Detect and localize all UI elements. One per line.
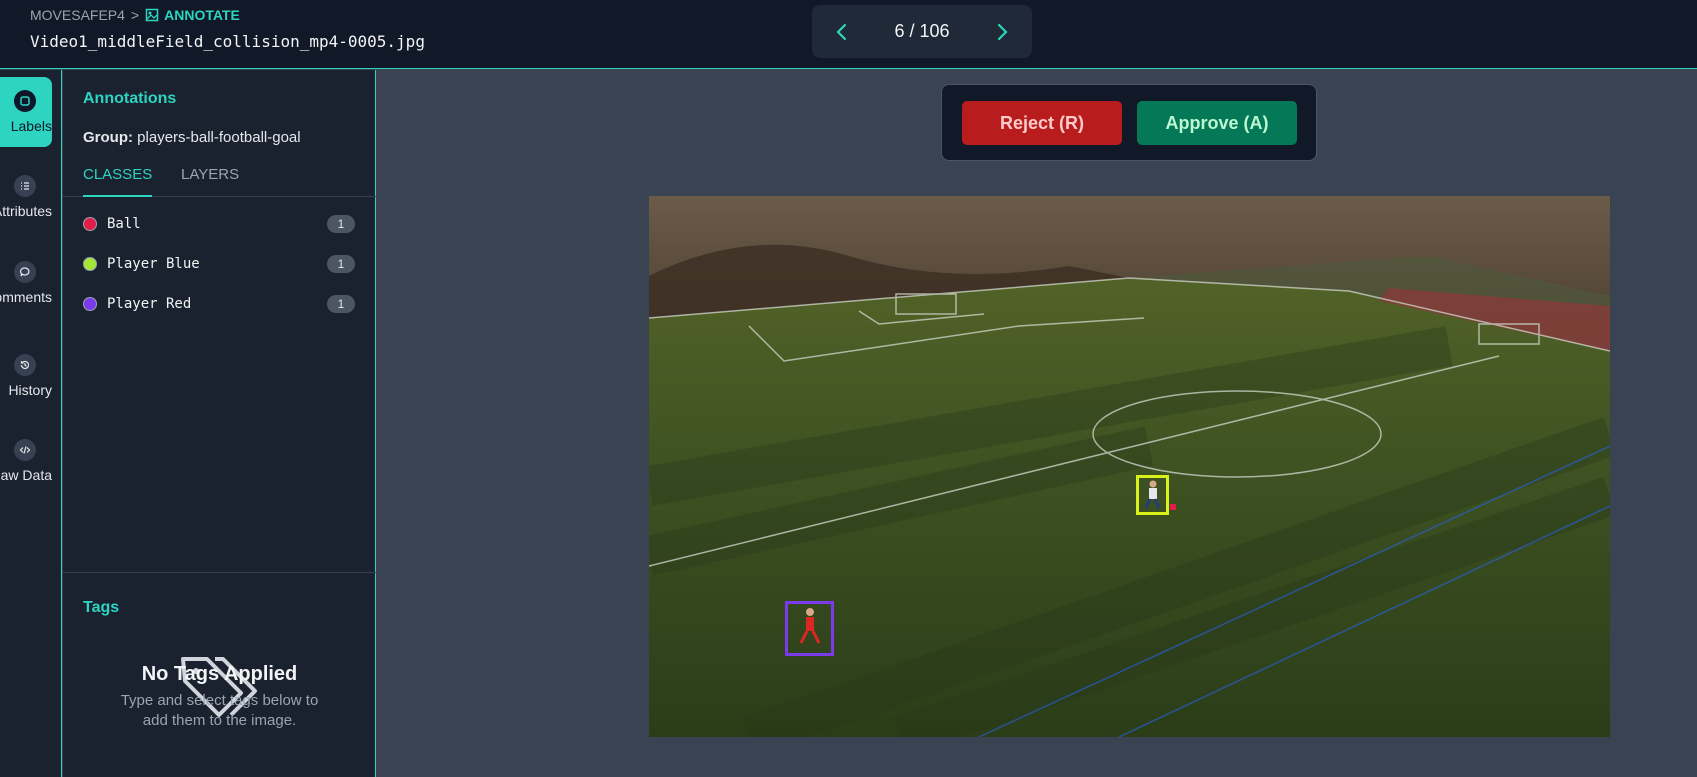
rail-label-comments: Comments bbox=[0, 289, 52, 305]
group-value: players-ball-football-goal bbox=[137, 129, 301, 146]
player-red-bounding-box[interactable] bbox=[785, 601, 834, 656]
breadcrumb: MOVESAFEP4 > ANNOTATE bbox=[30, 6, 240, 24]
chevron-right-icon bbox=[997, 23, 1008, 40]
annotation-canvas[interactable] bbox=[649, 196, 1610, 737]
rail-label-labels: Labels bbox=[10, 118, 52, 134]
class-item-ball[interactable]: Ball 1 bbox=[83, 212, 355, 236]
breadcrumb-current-label: ANNOTATE bbox=[164, 7, 240, 23]
label-icon bbox=[14, 90, 36, 112]
rail-label-history: History bbox=[8, 382, 52, 398]
comment-icon bbox=[14, 261, 36, 283]
top-bar: MOVESAFEP4 > ANNOTATE Video1_middleField… bbox=[0, 0, 1697, 69]
class-name: Player Red bbox=[107, 296, 192, 312]
rail-item-history[interactable]: History bbox=[0, 341, 52, 411]
code-icon bbox=[14, 439, 36, 461]
player-red-color-dot bbox=[83, 297, 97, 311]
next-image-button[interactable] bbox=[986, 16, 1018, 48]
class-item-player-red[interactable]: Player Red 1 bbox=[83, 292, 355, 316]
tab-classes[interactable]: CLASSES bbox=[83, 166, 153, 197]
side-rail: Labels Attributes Comments History Raw D… bbox=[0, 70, 62, 777]
tab-layers[interactable]: LAYERS bbox=[181, 166, 239, 197]
class-name: Player Blue bbox=[107, 256, 200, 272]
player-blue-color-dot bbox=[83, 257, 97, 271]
ball-color-dot bbox=[83, 217, 97, 231]
panel-tabs: CLASSES LAYERS bbox=[63, 166, 376, 197]
class-count-badge: 1 bbox=[327, 255, 355, 273]
tags-section: Tags No Tags Applied Type and select tag… bbox=[63, 572, 376, 777]
rail-label-attributes: Attributes bbox=[0, 203, 52, 219]
approve-button[interactable]: Approve (A) bbox=[1137, 101, 1297, 145]
breadcrumb-separator: > bbox=[130, 7, 140, 23]
image-filename: Video1_middleField_collision_mp4-0005.jp… bbox=[30, 32, 425, 51]
class-name: Ball bbox=[107, 216, 141, 232]
review-toolbar: Reject (R) Approve (A) bbox=[941, 84, 1317, 161]
group-info: Group: players-ball-football-goal bbox=[83, 129, 301, 146]
tags-title: Tags bbox=[83, 599, 120, 616]
list-icon bbox=[14, 175, 36, 197]
group-label: Group: bbox=[83, 129, 133, 146]
image-pager: 6 / 106 bbox=[812, 5, 1032, 58]
history-icon bbox=[14, 354, 36, 376]
breadcrumb-project[interactable]: MOVESAFEP4 bbox=[30, 7, 125, 23]
chevron-left-icon bbox=[836, 23, 847, 40]
rail-label-raw-data: Raw Data bbox=[0, 467, 52, 483]
rail-item-comments[interactable]: Comments bbox=[0, 248, 52, 318]
class-count-badge: 1 bbox=[327, 215, 355, 233]
page-indicator: 6 / 106 bbox=[894, 21, 950, 41]
ball-bounding-box[interactable] bbox=[1170, 504, 1176, 510]
player-blue-bounding-box[interactable] bbox=[1136, 475, 1169, 515]
annotations-panel: Annotations Group: players-ball-football… bbox=[63, 70, 376, 777]
annotate-icon bbox=[145, 8, 159, 22]
rail-item-attributes[interactable]: Attributes bbox=[0, 162, 52, 232]
tags-empty-description: Type and select tags below to add them t… bbox=[120, 692, 319, 729]
panel-title: Annotations bbox=[83, 90, 177, 107]
rail-item-labels[interactable]: Labels bbox=[0, 77, 52, 147]
rail-item-raw-data[interactable]: Raw Data bbox=[0, 426, 52, 496]
breadcrumb-current: ANNOTATE bbox=[145, 7, 240, 23]
class-count-badge: 1 bbox=[327, 295, 355, 313]
class-item-player-blue[interactable]: Player Blue 1 bbox=[83, 252, 355, 276]
previous-image-button[interactable] bbox=[826, 16, 858, 48]
reject-button[interactable]: Reject (R) bbox=[962, 101, 1122, 145]
tags-empty-title: No Tags Applied bbox=[141, 663, 298, 685]
